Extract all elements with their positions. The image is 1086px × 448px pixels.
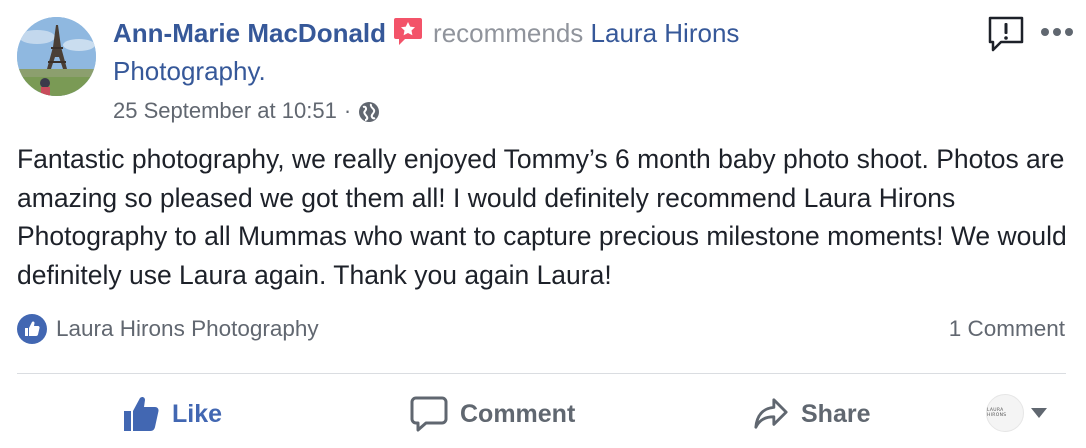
divider [17,373,1066,374]
post-body: Fantastic photography, we really enjoyed… [17,144,1067,290]
globe-icon[interactable] [358,101,380,123]
post-meta: 25 September at 10:51 · [113,96,380,126]
comment-count[interactable]: 1 Comment [949,316,1065,342]
recommends-text: recommends [433,18,584,48]
post-header: Ann-Marie MacDonald recommends Laura Hiro… [113,14,943,90]
page-switcher[interactable]: LAURA HIRONS [986,394,1047,432]
more-icon[interactable] [1040,25,1074,39]
report-icon[interactable] [986,14,1026,54]
like-bubble-icon [17,314,47,344]
post-timestamp[interactable]: 25 September at 10:51 [113,96,337,126]
comment-button[interactable]: Comment [410,392,575,436]
page-name-line1: Laura Hirons [590,18,740,48]
share-button[interactable]: Share [753,392,870,436]
comment-icon [410,396,448,432]
eiffel-tower-photo [17,17,96,96]
like-button[interactable]: Like [122,392,222,436]
comment-label: Comment [460,399,576,428]
author-name[interactable]: Ann-Marie MacDonald [113,18,386,48]
page-name-line2: Photography. [113,56,266,86]
share-icon [754,398,788,429]
liked-by-name: Laura Hirons Photography [56,316,319,341]
thumbs-up-icon [124,396,159,431]
page-avatar: LAURA HIRONS [986,394,1024,432]
share-label: Share [801,399,871,428]
reactions-summary[interactable]: Laura Hirons Photography [17,314,319,344]
like-label: Like [172,399,223,428]
meta-separator: · [343,98,352,123]
author-avatar[interactable] [17,17,96,96]
recommend-star-icon [393,16,423,46]
caret-down-icon [1031,408,1047,418]
